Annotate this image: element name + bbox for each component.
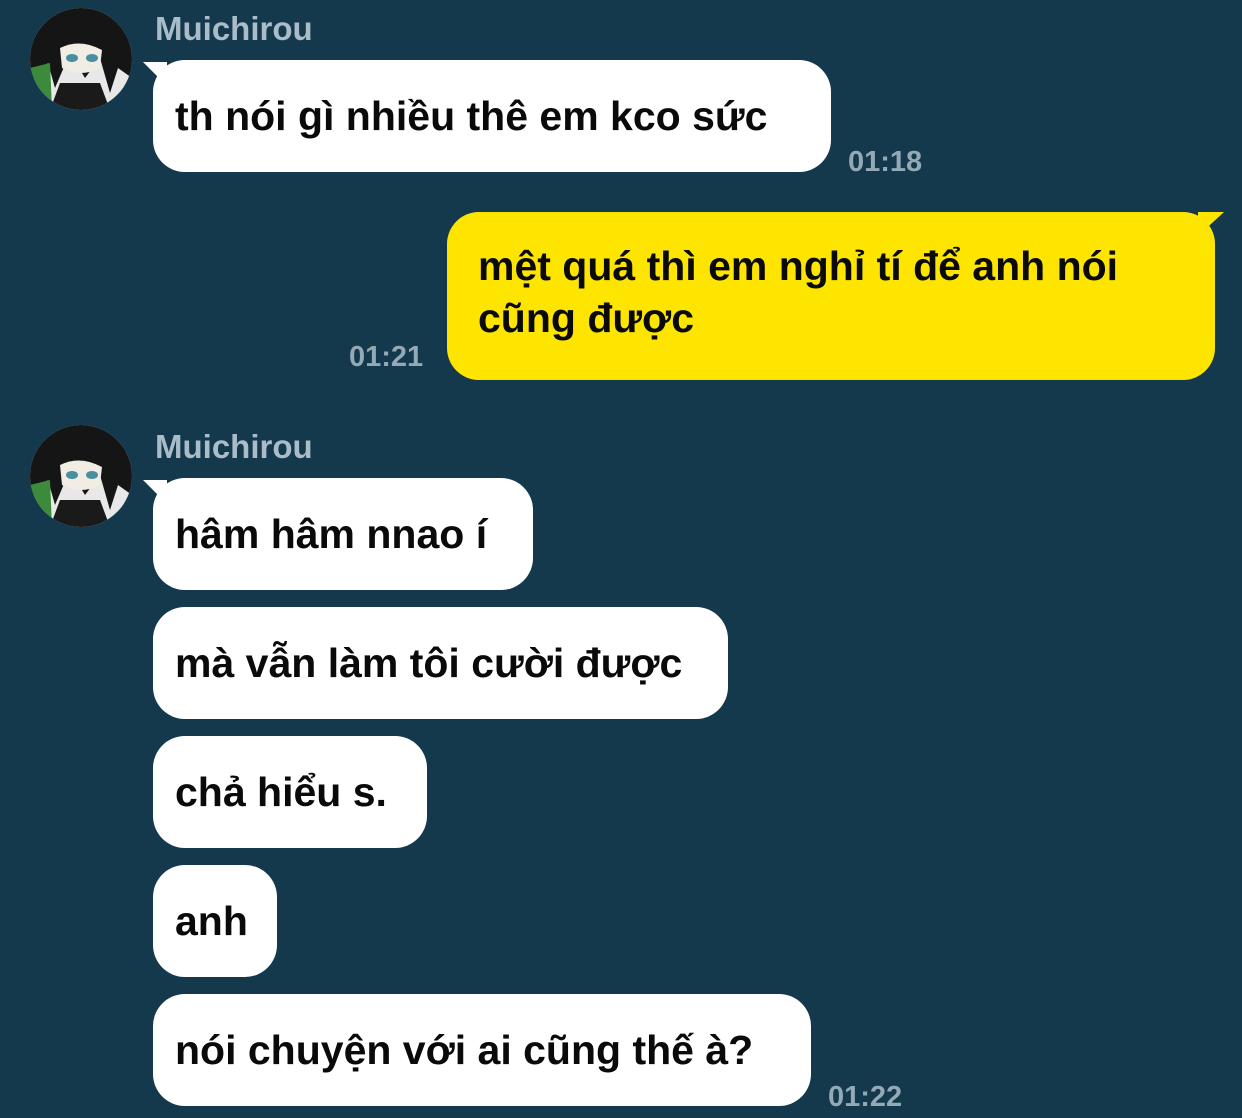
message-timestamp: 01:22 (828, 1081, 903, 1113)
sender-name: Muichirou (155, 428, 313, 465)
message-bubble-incoming[interactable]: anh (153, 865, 277, 977)
anime-character-avatar-icon (30, 425, 132, 527)
contact-avatar[interactable] (30, 425, 132, 527)
message-bubble-incoming[interactable]: chả hiểu s. (153, 736, 427, 848)
message-text: anh (175, 898, 248, 944)
message-bubble-incoming[interactable]: th nói gì nhiều thê em kco sức (153, 60, 831, 172)
message-text: mệt quá thì em nghỉ tí để anh nói cũng đ… (478, 243, 1119, 341)
message-bubble-incoming[interactable]: hâm hâm nnao í (153, 478, 533, 590)
message-text: nói chuyện với ai cũng thế à? (175, 1027, 754, 1073)
message-text: hâm hâm nnao í (175, 511, 488, 557)
message-bubble-incoming[interactable]: mà vẫn làm tôi cười được (153, 607, 728, 719)
message-timestamp: 01:21 (349, 341, 424, 373)
contact-avatar[interactable] (30, 8, 132, 110)
anime-character-avatar-icon (30, 8, 132, 110)
message-timestamp: 01:18 (848, 146, 923, 178)
sender-name: Muichirou (155, 10, 313, 47)
message-bubble-outgoing[interactable]: mệt quá thì em nghỉ tí để anh nói cũng đ… (447, 212, 1215, 380)
message-text: th nói gì nhiều thê em kco sức (175, 93, 768, 139)
message-text: chả hiểu s. (175, 769, 387, 815)
message-bubble-incoming[interactable]: nói chuyện với ai cũng thế à? (153, 994, 811, 1106)
message-text: mà vẫn làm tôi cười được (175, 640, 683, 686)
